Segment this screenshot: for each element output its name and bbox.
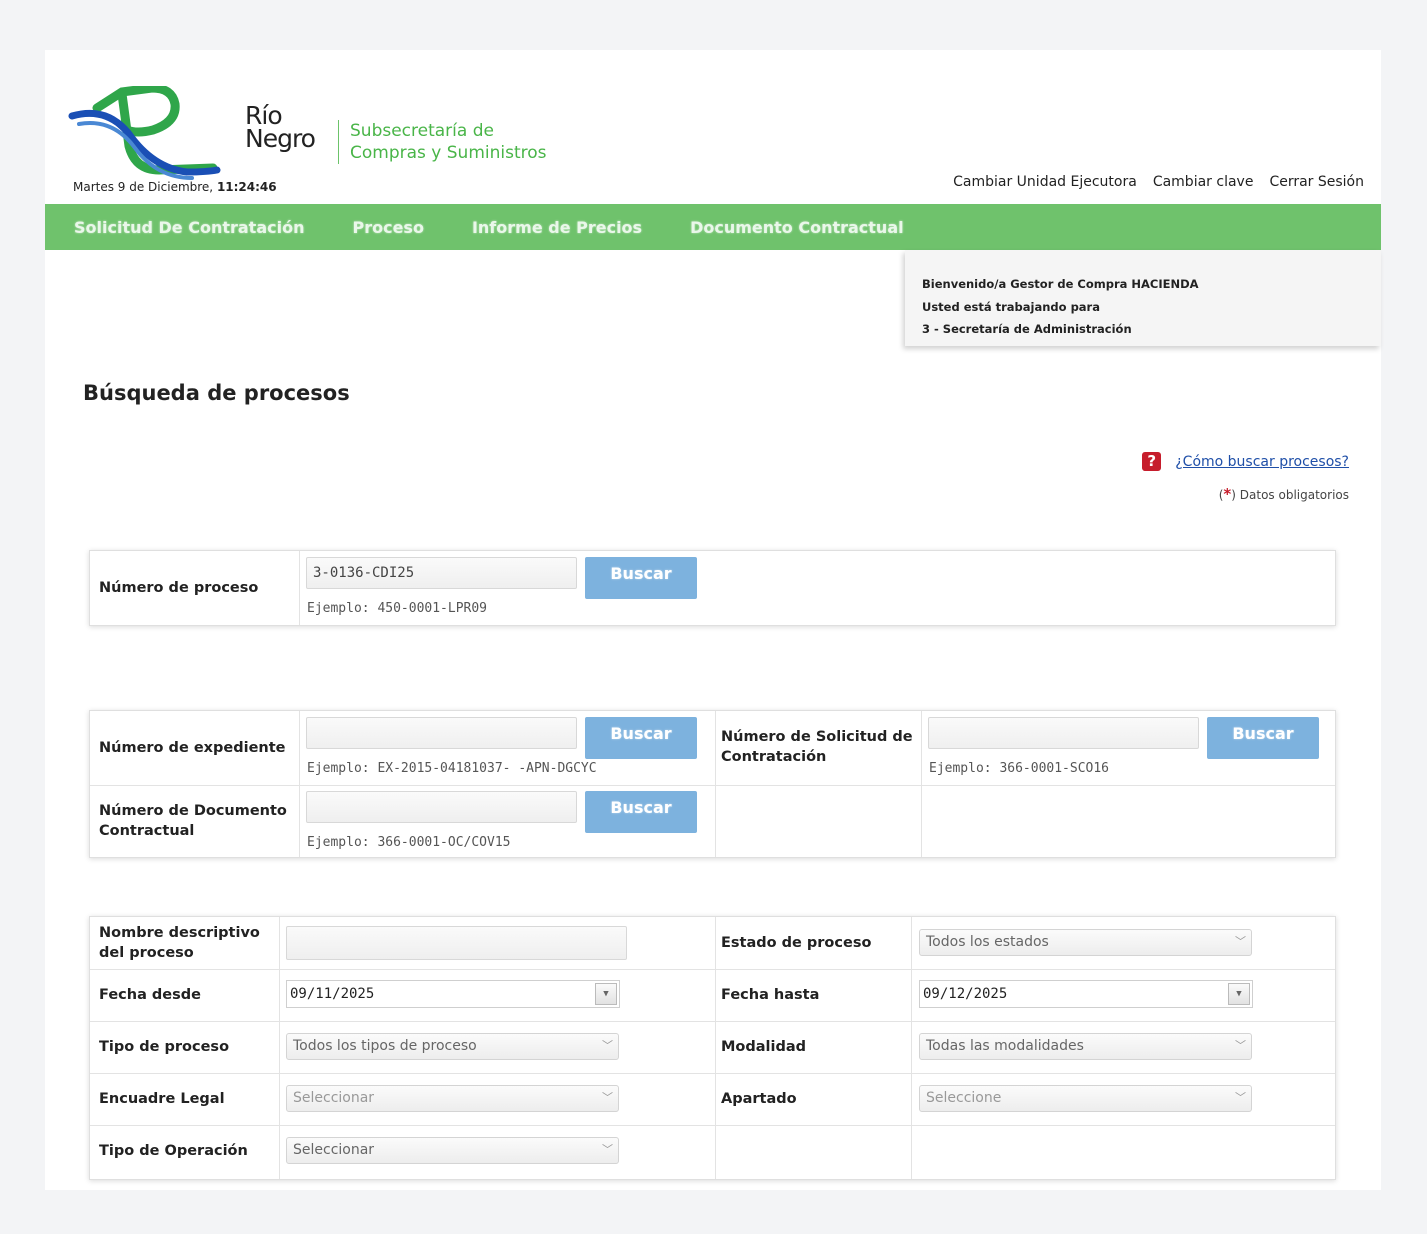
solicitud-input[interactable] [928, 717, 1199, 749]
nav-solicitud[interactable]: Solicitud De Contratación [74, 218, 304, 237]
help-icon: ? [1142, 452, 1162, 471]
estado-select[interactable]: Todos los estados ﹀ [919, 929, 1252, 956]
process-number-input[interactable]: 3-0136-CDI25 [306, 557, 577, 589]
expediente-input[interactable] [306, 717, 577, 749]
page: Río Negro Subsecretaría de Compras y Sum… [45, 50, 1381, 1190]
modalidad-select[interactable]: Todas las modalidades ﹀ [919, 1033, 1252, 1060]
calendar-icon[interactable]: ▼ [595, 983, 617, 1005]
filters-panel: Nombre descriptivo del proceso Estado de… [89, 916, 1336, 1180]
chevron-down-icon: ﹀ [602, 1039, 613, 1052]
logout-link[interactable]: Cerrar Sesión [1269, 174, 1364, 190]
required-note: (*) Datos obligatorios [1218, 485, 1349, 503]
fecha-hasta-label: Fecha hasta [721, 987, 820, 1003]
nav-informe-precios[interactable]: Informe de Precios [472, 218, 642, 237]
encuadre-label: Encuadre Legal [99, 1091, 225, 1107]
chevron-down-icon: ﹀ [1235, 1039, 1246, 1052]
fecha-desde-input[interactable]: 09/11/2025 ▼ [286, 980, 620, 1008]
tipo-operacion-label: Tipo de Operación [99, 1143, 248, 1159]
current-datetime: Martes 9 de Diciembre, 11:24:46 [73, 180, 277, 194]
apartado-label: Apartado [721, 1091, 797, 1107]
chevron-down-icon: ﹀ [602, 1091, 613, 1104]
logo-wordmark: Río Negro [245, 101, 316, 153]
change-unit-link[interactable]: Cambiar Unidad Ejecutora [953, 174, 1137, 190]
chevron-down-icon: ﹀ [1235, 1091, 1246, 1104]
welcome-line: Bienvenido/a Gestor de Compra HACIENDA [922, 277, 1199, 291]
apartado-select[interactable]: Seleccione ﹀ [919, 1085, 1252, 1112]
page-title: Búsqueda de procesos [83, 381, 350, 405]
solicitud-search-button[interactable]: Buscar [1207, 717, 1319, 759]
nav-proceso[interactable]: Proceso [352, 218, 423, 237]
documento-label: Número de Documento Contractual [99, 803, 287, 839]
nombre-input[interactable] [286, 926, 627, 960]
id-search-panel: Número de expediente Buscar Ejemplo: EX-… [89, 710, 1336, 858]
tipo-proceso-label: Tipo de proceso [99, 1039, 230, 1055]
logo-subtitle: Subsecretaría de Compras y Suministros [350, 121, 547, 163]
help-row: ? ¿Cómo buscar procesos? [1142, 452, 1349, 471]
welcome-line: Usted está trabajando para [922, 299, 1100, 314]
welcome-panel: Bienvenido/a Gestor de Compra HACIENDA U… [905, 250, 1381, 346]
solicitud-hint: Ejemplo: 366-0001-SCO16 [929, 761, 1110, 776]
expediente-hint: Ejemplo: EX-2015-04181037- -APN-DGCYC [307, 761, 597, 776]
calendar-icon[interactable]: ▼ [1228, 983, 1250, 1005]
logo-divider [338, 120, 339, 164]
help-link[interactable]: ¿Cómo buscar procesos? [1175, 454, 1349, 470]
modalidad-label: Modalidad [721, 1039, 807, 1055]
solicitud-label: Número de Solicitud de Contratación [721, 729, 913, 765]
welcome-line: 3 - Secretaría de Administración [922, 322, 1132, 336]
process-number-label: Número de proceso [99, 580, 259, 596]
documento-hint: Ejemplo: 366-0001-OC/COV15 [307, 835, 511, 850]
change-password-link[interactable]: Cambiar clave [1153, 174, 1254, 190]
top-links: Cambiar Unidad Ejecutora Cambiar clave C… [953, 174, 1364, 190]
encuadre-select[interactable]: Seleccionar ﹀ [286, 1085, 619, 1112]
process-number-panel: Número de proceso 3-0136-CDI25 Buscar Ej… [89, 550, 1336, 626]
expediente-search-button[interactable]: Buscar [585, 717, 697, 759]
tipo-proceso-select[interactable]: Todos los tipos de proceso ﹀ [286, 1033, 619, 1060]
process-number-hint: Ejemplo: 450-0001-LPR09 [307, 601, 488, 616]
chevron-down-icon: ﹀ [602, 1143, 613, 1156]
nombre-label: Nombre descriptivo del proceso [99, 925, 260, 961]
fecha-desde-label: Fecha desde [99, 987, 201, 1003]
process-search-button[interactable]: Buscar [585, 557, 697, 599]
tipo-operacion-select[interactable]: Seleccionar ﹀ [286, 1137, 619, 1164]
documento-search-button[interactable]: Buscar [585, 791, 697, 833]
estado-label: Estado de proceso [721, 935, 872, 951]
chevron-down-icon: ﹀ [1235, 935, 1246, 948]
nav-documento-contractual[interactable]: Documento Contractual [690, 218, 904, 237]
main-nav: Solicitud De Contratación Proceso Inform… [45, 204, 1381, 250]
documento-input[interactable] [306, 791, 577, 823]
expediente-label: Número de expediente [99, 740, 286, 756]
fecha-hasta-input[interactable]: 09/12/2025 ▼ [919, 980, 1253, 1008]
